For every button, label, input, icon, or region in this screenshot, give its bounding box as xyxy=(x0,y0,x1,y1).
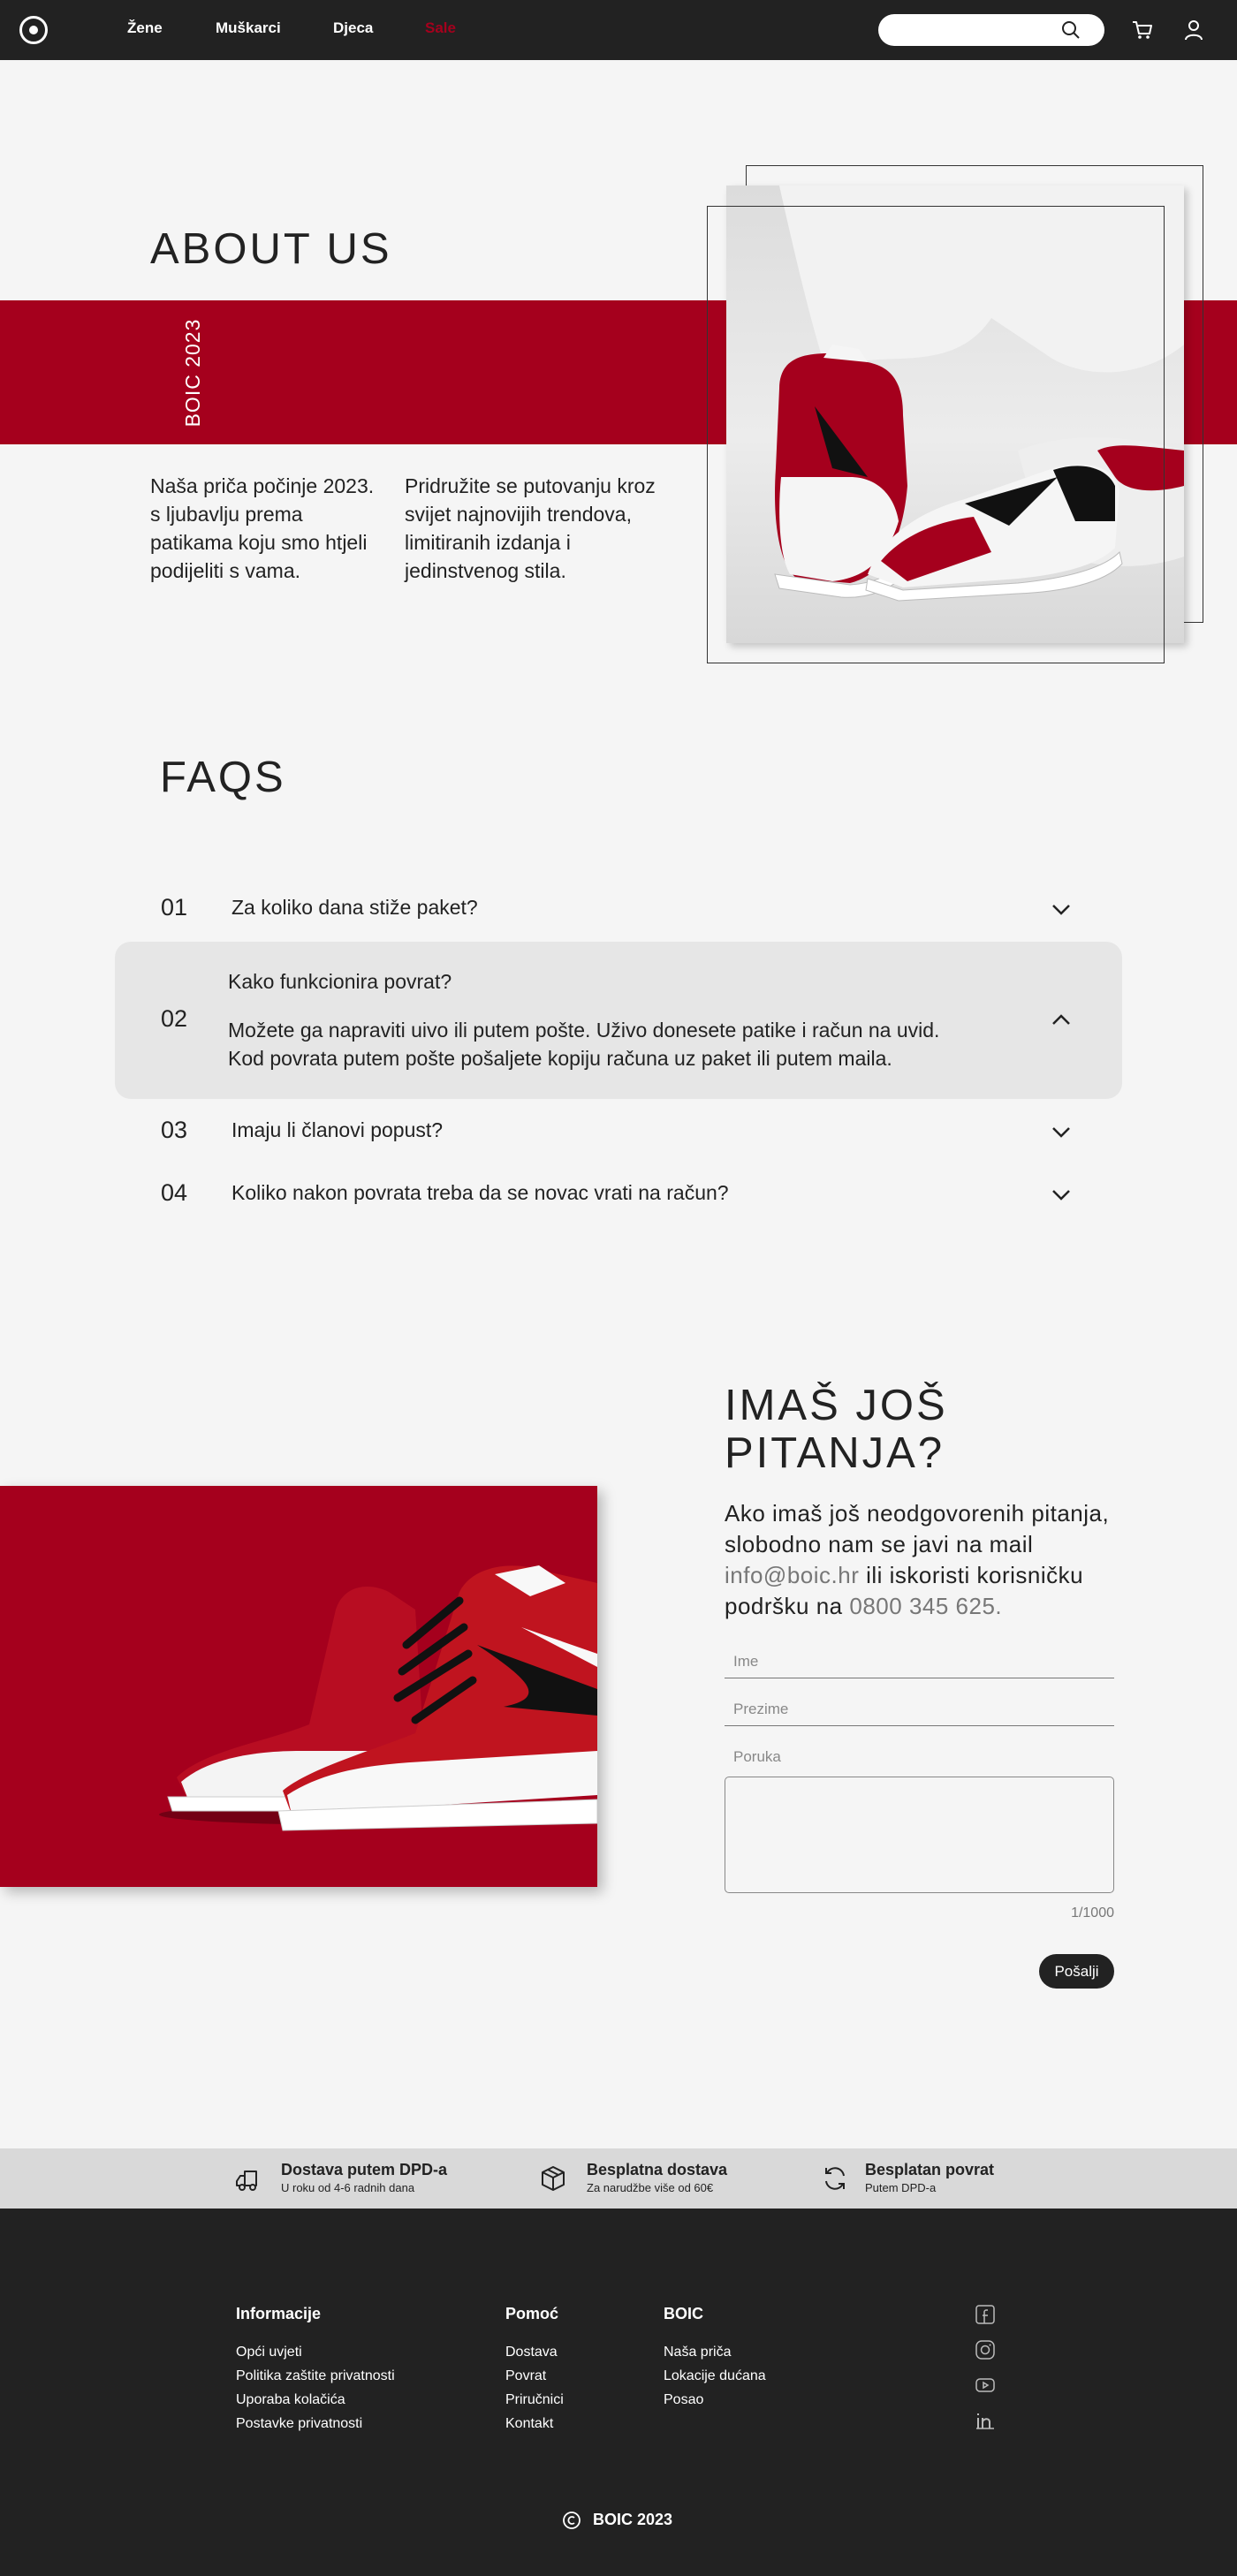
contact-phone-link[interactable]: 0800 345 625. xyxy=(849,1593,1002,1619)
nav-link-muskarci[interactable]: Muškarci xyxy=(216,19,281,37)
truck-icon xyxy=(236,2171,257,2191)
last-name-field[interactable] xyxy=(725,1693,1114,1726)
faq-question[interactable]: Kako funkcionira povrat? xyxy=(228,970,452,994)
faq-number: 01 xyxy=(161,894,188,921)
benefit-subtitle-delivery: U roku od 4-6 radnih dana xyxy=(281,2181,415,2194)
copyright-icon xyxy=(563,2512,581,2529)
footer-link[interactable]: Politika zaštite privatnosti xyxy=(236,2368,395,2384)
footer-link[interactable]: Postavke privatnosti xyxy=(236,2416,362,2432)
faq-item-02-expanded[interactable]: 02 Kako funkcionira povrat? Možete ga na… xyxy=(115,942,1122,1099)
chevron-down-icon[interactable] xyxy=(1050,1183,1073,1206)
nav-link-zene[interactable]: Žene xyxy=(127,19,163,37)
top-navbar: Žene Muškarci Djeca Sale xyxy=(0,0,1237,60)
benefit-subtitle-free-return: Putem DPD-a xyxy=(865,2181,937,2194)
character-counter: 1/1000 xyxy=(1071,1905,1114,1921)
benefit-title-free-shipping: Besplatna dostava xyxy=(587,2161,728,2178)
faq-number: 02 xyxy=(161,1005,188,1032)
chevron-down-icon[interactable] xyxy=(1050,1120,1073,1143)
contact-title: IMAŠ JOŠ PITANJA? xyxy=(725,1382,948,1477)
faq-answer-line-1: Možete ga napraviti uivo ili putem pošte… xyxy=(228,1019,940,1042)
copyright-text: BOIC 2023 xyxy=(593,2511,673,2528)
facebook-icon[interactable] xyxy=(975,2304,996,2325)
send-button[interactable]: Pošalji xyxy=(1039,1954,1114,1989)
faq-answer-line-2: Kod povrata putem pošte pošaljete kopiju… xyxy=(228,1047,892,1070)
faq-question[interactable]: Za koliko dana stiže paket? xyxy=(231,896,478,920)
contact-title-line-2: PITANJA? xyxy=(725,1429,945,1477)
search-bar xyxy=(878,14,1104,46)
footer-link[interactable]: Dostava xyxy=(505,2345,558,2360)
about-year-label: BOIC 2023 xyxy=(181,318,204,428)
benefit-title-delivery: Dostava putem DPD-a xyxy=(281,2161,448,2178)
footer-heading-pomoc: Pomoć xyxy=(505,2305,559,2322)
chevron-down-icon[interactable] xyxy=(1050,898,1073,921)
about-paragraph-right: Pridružite se putovanju kroz svijet najn… xyxy=(405,474,656,582)
faq-question[interactable]: Koliko nakon povrata treba da se novac v… xyxy=(231,1181,729,1205)
about-title: ABOUT US xyxy=(150,225,392,273)
photo-frame-front xyxy=(707,206,1165,663)
contact-text-1: Ako imaš još neodgovorenih pitanja, slob… xyxy=(725,1500,1110,1557)
contact-email-link[interactable]: info@boic.hr xyxy=(725,1562,859,1588)
faq-item-04[interactable]: 04 Koliko nakon povrata treba da se nova… xyxy=(115,1169,1122,1220)
faq-item-03[interactable]: 03 Imaju li članovi popust? xyxy=(115,1106,1122,1157)
footer-link[interactable]: Opći uvjeti xyxy=(236,2345,302,2360)
nav-link-sale[interactable]: Sale xyxy=(425,19,456,37)
sneaker-banner xyxy=(0,1486,597,1887)
contact-title-line-1: IMAŠ JOŠ xyxy=(725,1382,948,1429)
about-paragraph-left: Naša priča počinje 2023. s ljubavlju pre… xyxy=(150,474,375,582)
footer-link[interactable]: Lokacije dućana xyxy=(664,2368,766,2384)
message-label-field[interactable] xyxy=(725,1740,1114,1774)
footer-link[interactable]: Povrat xyxy=(505,2368,546,2384)
footer-heading-boic: BOIC xyxy=(664,2305,703,2322)
package-icon xyxy=(542,2166,565,2191)
footer: Informacije Opći uvjeti Politika zaštite… xyxy=(0,2209,1237,2576)
nav-link-djeca[interactable]: Djeca xyxy=(333,19,373,37)
footer-link[interactable]: Kontakt xyxy=(505,2416,553,2432)
footer-link[interactable]: Posao xyxy=(664,2392,703,2408)
footer-heading-informacije: Informacije xyxy=(236,2305,322,2322)
footer-link[interactable]: Naša priča xyxy=(664,2345,731,2360)
faq-title: FAQS xyxy=(160,754,286,801)
instagram-icon[interactable] xyxy=(975,2339,996,2360)
linkedin-icon[interactable] xyxy=(975,2410,996,2431)
search-icon[interactable] xyxy=(1060,19,1081,41)
sneaker-pair-illustration xyxy=(159,1565,597,1831)
cart-icon[interactable] xyxy=(1131,19,1154,42)
first-name-field[interactable] xyxy=(725,1645,1114,1678)
youtube-icon[interactable] xyxy=(975,2375,996,2396)
chevron-up-icon[interactable] xyxy=(1050,1009,1073,1032)
faq-number: 03 xyxy=(161,1117,188,1143)
message-textarea[interactable] xyxy=(725,1777,1114,1893)
contact-description: Ako imaš još neodgovorenih pitanja, slob… xyxy=(725,1498,1140,1622)
footer-link[interactable]: Uporaba kolačića xyxy=(236,2392,345,2408)
user-icon[interactable] xyxy=(1182,19,1205,42)
refresh-icon xyxy=(825,2167,845,2190)
benefit-title-free-return: Besplatan povrat xyxy=(865,2161,995,2178)
search-input[interactable] xyxy=(892,21,1060,39)
faq-question[interactable]: Imaju li članovi popust? xyxy=(231,1118,443,1142)
faq-item-01[interactable]: 01 Za koliko dana stiže paket? xyxy=(115,883,1122,935)
faq-number: 04 xyxy=(161,1179,188,1206)
logo-icon[interactable] xyxy=(19,16,48,44)
benefits-bar: Dostava putem DPD-a U roku od 4-6 radnih… xyxy=(0,2148,1237,2209)
footer-link[interactable]: Priručnici xyxy=(505,2392,564,2408)
benefit-subtitle-free-shipping: Za narudžbe više od 60€ xyxy=(587,2181,714,2194)
